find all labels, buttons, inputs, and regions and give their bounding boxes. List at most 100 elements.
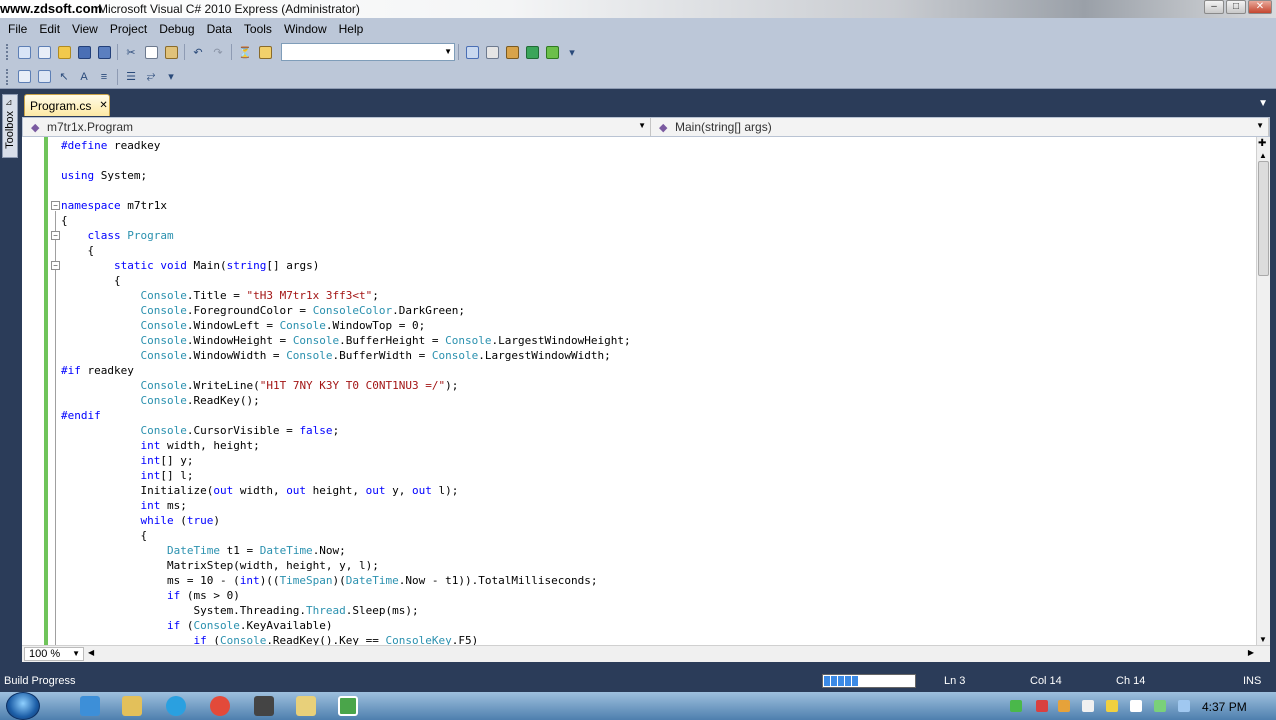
code-line: if (Console.KeyAvailable) [166,619,333,632]
minimize-button[interactable]: – [1204,0,1224,14]
display-object-member-list-icon[interactable] [15,68,33,86]
redo-icon[interactable]: ↷ [209,43,227,61]
menu-data[interactable]: Data [201,22,238,36]
clock[interactable]: 4:37 PM [1202,700,1247,714]
toolbox-window-icon[interactable] [503,43,521,61]
properties-icon[interactable] [483,43,501,61]
menu-window[interactable]: Window [278,22,333,36]
collapse-method-icon[interactable]: − [51,261,60,270]
toolbar-grip[interactable] [6,44,10,60]
chevron-down-icon: ▼ [638,121,646,130]
taskbar-app-ie-icon[interactable] [80,696,100,716]
find-combo[interactable]: ▼ [281,43,455,61]
comment-selection-icon[interactable]: ≡ [95,68,113,86]
solution-explorer-icon[interactable] [463,43,481,61]
code-line: namespace m7tr1x [61,199,167,212]
tray-flag-icon[interactable] [1106,700,1118,712]
taskbar-app-explorer-icon[interactable] [122,696,142,716]
new-project-icon[interactable] [15,43,33,61]
menu-bar: File Edit View Project Debug Data Tools … [0,18,1276,39]
pin-icon[interactable]: ⊿ [5,97,13,108]
maximize-button[interactable]: □ [1226,0,1246,14]
increase-indent-icon[interactable]: ⥂ [142,68,160,86]
menu-help[interactable]: Help [333,22,370,36]
taskbar-app-media-icon[interactable] [254,696,274,716]
code-line: Console.WindowWidth = Console.BufferWidt… [140,349,611,362]
scroll-right-icon[interactable]: ▶ [1248,648,1254,657]
toolbar-grip[interactable] [6,68,10,85]
horizontal-scrollbar[interactable]: 100 % ▼ ◀ ▶ [22,645,1270,662]
extension-manager-icon[interactable] [543,43,561,61]
collapse-class-icon[interactable]: − [51,231,60,240]
toolbar-options-icon[interactable]: ▾ [162,68,180,86]
toolbox-strip [0,92,20,670]
save-icon[interactable] [75,43,93,61]
start-debugging-icon[interactable]: ⏳ [236,43,254,61]
undo-icon[interactable]: ↶ [189,43,207,61]
find-in-files-icon[interactable] [256,43,274,61]
types-combo[interactable]: ◆ m7tr1x.Program ▼ [23,118,651,136]
tray-display-icon[interactable] [1178,700,1190,712]
taskbar-app-vcsharp-icon[interactable] [338,696,358,716]
members-combo[interactable]: ◆ Main(string[] args) ▼ [651,118,1269,136]
collapse-namespace-icon[interactable]: − [51,201,60,210]
tray-battery-icon[interactable] [1154,700,1166,712]
toolbar-options-icon[interactable]: ▾ [563,43,581,61]
menu-debug[interactable]: Debug [153,22,200,36]
menu-edit[interactable]: Edit [33,22,66,36]
copy-icon[interactable] [142,43,160,61]
toolbox-tab[interactable]: ⊿ Toolbox [2,94,18,158]
zoom-combo[interactable]: 100 % ▼ [24,647,84,661]
menu-file[interactable]: File [2,22,33,36]
progress-segment [838,676,844,686]
standard-toolbar: ✂ ↶ ↷ ⏳ ▼ ▾ [0,39,1276,65]
code-line: #if readkey [61,364,134,377]
menu-view[interactable]: View [66,22,104,36]
status-message: Build Progress [4,675,76,687]
chevron-down-icon[interactable]: ▼ [1258,98,1268,109]
vertical-scrollbar[interactable]: ✚ ▲ ▼ [1256,137,1270,645]
members-combo-value: Main(string[] args) [675,120,772,134]
taskbar-app-chrome-icon[interactable] [210,696,230,716]
open-file-icon[interactable] [55,43,73,61]
close-button[interactable]: ✕ [1248,0,1272,14]
quick-info-icon[interactable]: ↖ [55,68,73,86]
add-item-icon[interactable] [35,43,53,61]
code-line: Console.WindowHeight = Console.BufferHei… [140,334,631,347]
code-line: if (Console.ReadKey().Key == ConsoleKey.… [193,634,479,645]
menu-tools[interactable]: Tools [238,22,278,36]
scroll-down-icon[interactable]: ▼ [1259,635,1267,644]
complete-word-icon[interactable]: A [75,68,93,86]
status-bar: Build Progress Ln 3 Col 14 Ch 14 INS [0,670,1276,692]
tray-network-icon[interactable] [1010,700,1022,712]
paste-icon[interactable] [162,43,180,61]
tray-volume-icon[interactable] [1082,700,1094,712]
save-all-icon[interactable] [95,43,113,61]
start-page-icon[interactable] [523,43,541,61]
taskbar-app-skype-icon[interactable] [166,696,186,716]
code-line: { [61,244,95,257]
start-button[interactable] [6,692,40,720]
zoom-value: 100 % [29,648,61,660]
tray-update-icon[interactable] [1058,700,1070,712]
close-icon[interactable]: ✕ [99,100,107,111]
toolbar-separator [184,44,185,60]
code-line: MatrixStep(width, height, y, l); [61,559,379,572]
code-line: static void Main(string[] args) [113,259,320,272]
split-handle-icon[interactable]: ✚ [1258,138,1266,149]
tray-sound-icon[interactable] [1130,700,1142,712]
taskbar-app-notes-icon[interactable] [296,696,316,716]
tab-label: Program.cs [30,98,92,113]
parameter-info-icon[interactable] [35,68,53,86]
cut-icon[interactable]: ✂ [122,43,140,61]
tab-program-cs[interactable]: Program.cs ✕ [24,94,110,116]
scroll-up-icon[interactable]: ▲ [1259,151,1267,160]
menu-project[interactable]: Project [104,22,153,36]
code-editor[interactable]: − − − #define readkey using System; name… [22,137,1256,645]
scroll-thumb[interactable] [1258,161,1269,276]
tray-security-icon[interactable] [1036,700,1048,712]
decrease-indent-icon[interactable]: ☰ [122,68,140,86]
scroll-left-icon[interactable]: ◀ [88,648,94,657]
